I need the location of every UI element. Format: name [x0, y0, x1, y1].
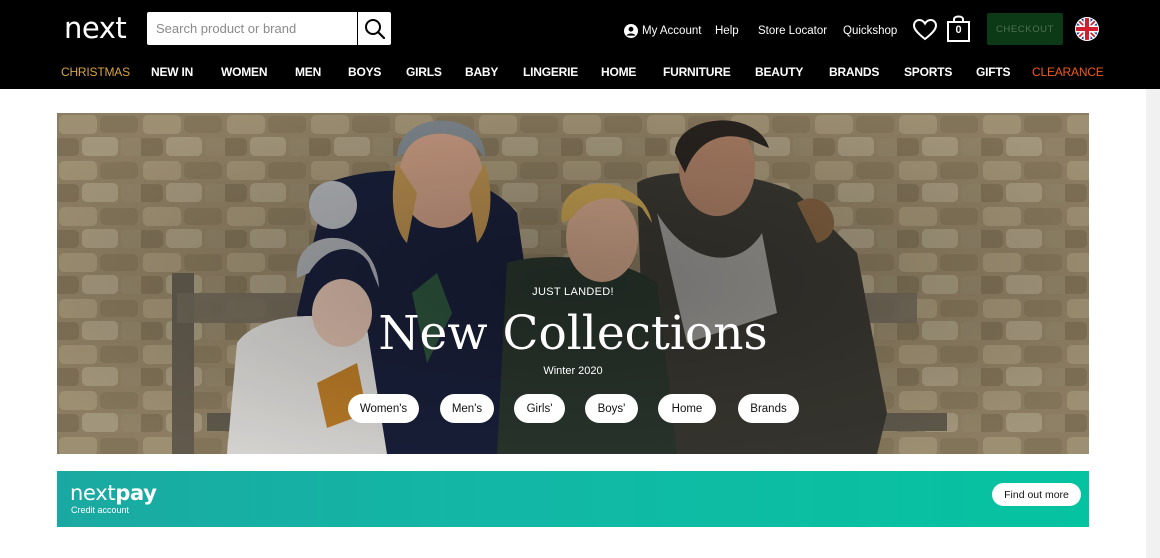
- main-navigation: CHRISTMAS NEW IN WOMEN MEN BOYS GIRLS BA…: [0, 61, 1160, 83]
- nextpay-logo-pay: pay: [115, 481, 157, 505]
- nav-christmas[interactable]: CHRISTMAS: [61, 61, 130, 83]
- nav-baby[interactable]: BABY: [465, 61, 498, 83]
- hero-home-button[interactable]: Home: [658, 394, 716, 423]
- store-locator-link[interactable]: Store Locator: [758, 21, 827, 41]
- nav-new-in[interactable]: NEW IN: [151, 61, 193, 83]
- search-icon: [364, 18, 385, 39]
- hero-mens-button[interactable]: Men's: [440, 394, 494, 423]
- next-logo[interactable]: next: [64, 10, 127, 46]
- hero-girls-button[interactable]: Girls': [514, 394, 565, 423]
- nextpay-subtitle: Credit account: [71, 505, 130, 515]
- hero-brands-button[interactable]: Brands: [738, 394, 799, 423]
- help-link[interactable]: Help: [715, 21, 739, 41]
- hero-photo: [57, 113, 1089, 454]
- nav-boys[interactable]: BOYS: [348, 61, 381, 83]
- nav-men[interactable]: MEN: [295, 61, 321, 83]
- uk-flag-icon: [1075, 17, 1099, 41]
- nav-beauty[interactable]: BEAUTY: [755, 61, 803, 83]
- account-icon: [624, 24, 638, 38]
- nav-furniture[interactable]: FURNITURE: [663, 61, 731, 83]
- country-selector[interactable]: [1075, 17, 1099, 41]
- nextpay-logo-next: next: [70, 481, 116, 505]
- hero-subtitle: Winter 2020: [543, 365, 603, 377]
- page-scrollbar[interactable]: [1146, 89, 1160, 558]
- nextpay-banner[interactable]: nextpay Credit account Find out more: [57, 471, 1089, 527]
- nav-home[interactable]: HOME: [601, 61, 636, 83]
- nav-lingerie[interactable]: LINGERIE: [523, 61, 578, 83]
- bag-count: 0: [955, 24, 962, 36]
- nextpay-logo: nextpay: [70, 480, 157, 506]
- my-account-link[interactable]: My Account: [624, 21, 701, 41]
- search-button[interactable]: [357, 12, 391, 45]
- hero-boys-button[interactable]: Boys': [585, 394, 638, 423]
- checkout-button[interactable]: CHECKOUT: [987, 13, 1063, 45]
- nav-women[interactable]: WOMEN: [221, 61, 268, 83]
- hero-title: New Collections: [378, 306, 768, 361]
- search-input[interactable]: [147, 12, 357, 45]
- nav-brands[interactable]: BRANDS: [829, 61, 879, 83]
- hero-kicker: JUST LANDED!: [532, 286, 614, 298]
- wishlist-button[interactable]: [912, 17, 938, 43]
- hero-womens-button[interactable]: Women's: [348, 394, 419, 423]
- site-header: next My Account Help Store Locator Quick…: [0, 0, 1160, 89]
- find-out-more-button[interactable]: Find out more: [992, 483, 1081, 506]
- shopping-bag-button[interactable]: 0: [946, 15, 971, 43]
- hero-banner[interactable]: JUST LANDED! New Collections Winter 2020…: [57, 113, 1089, 454]
- search-bar: [147, 12, 391, 45]
- nav-clearance[interactable]: CLEARANCE: [1032, 61, 1104, 83]
- nav-gifts[interactable]: GIFTS: [976, 61, 1011, 83]
- quickshop-link[interactable]: Quickshop: [843, 21, 897, 41]
- nav-sports[interactable]: SPORTS: [904, 61, 952, 83]
- my-account-label: My Account: [642, 25, 702, 37]
- heart-icon: [912, 18, 938, 41]
- nav-girls[interactable]: GIRLS: [406, 61, 442, 83]
